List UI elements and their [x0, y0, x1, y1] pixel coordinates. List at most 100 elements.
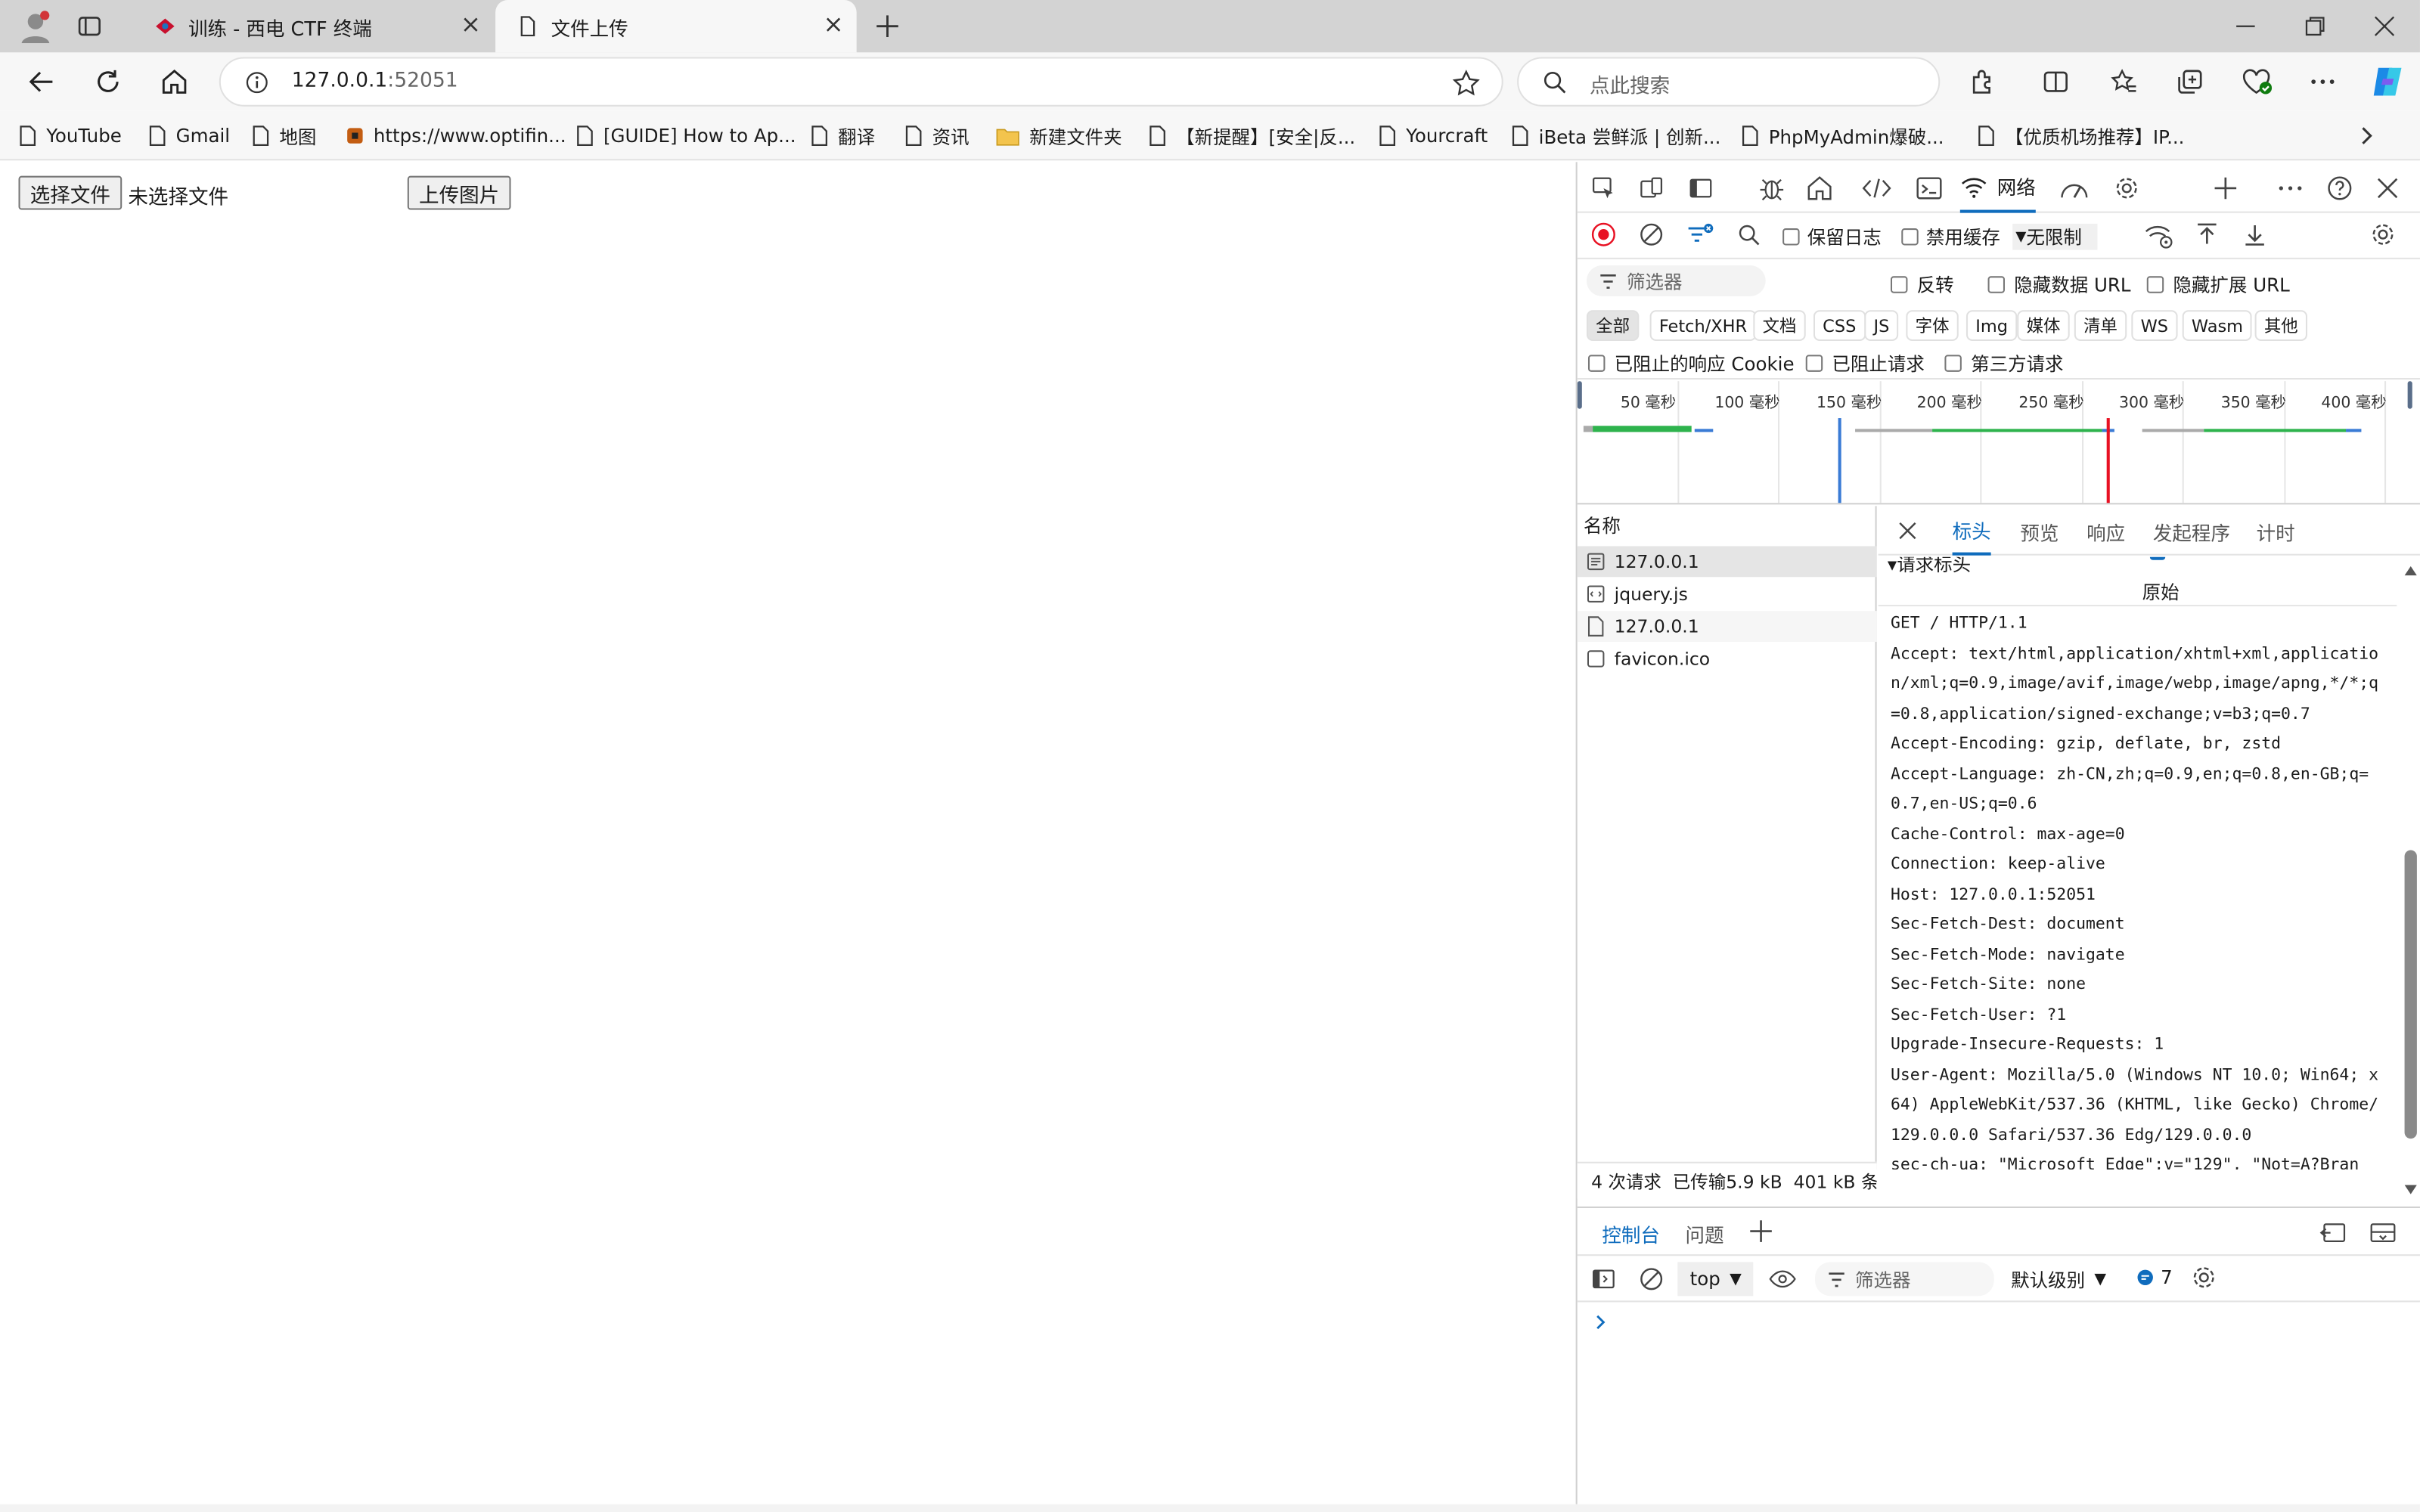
url-text[interactable]: 127.0.0.1:52051	[292, 70, 458, 93]
context-select[interactable]: top ▼	[1677, 1262, 1754, 1297]
type-filter-css[interactable]: CSS	[1813, 310, 1866, 342]
debugger-icon[interactable]	[1758, 175, 1786, 203]
favorite-item[interactable]: 资讯	[904, 111, 970, 160]
choose-file-button[interactable]: 选择文件	[18, 175, 123, 210]
split-screen-icon[interactable]	[2042, 68, 2070, 96]
type-filter-img[interactable]: Img	[1965, 310, 2018, 342]
drawer-dock-icon[interactable]	[2319, 1220, 2347, 1245]
drawer-close-icon[interactable]	[2369, 1220, 2397, 1245]
inspect-icon[interactable]	[1591, 176, 1616, 201]
extensions-icon[interactable]	[1969, 68, 1997, 96]
favorite-item[interactable]: iBeta 尝鲜派 | 创新...	[1511, 111, 1720, 160]
site-info-icon[interactable]	[245, 71, 268, 94]
checkbox[interactable]	[1782, 228, 1800, 246]
settings-gear-icon[interactable]	[2113, 175, 2141, 203]
tab-actions-icon[interactable]	[77, 14, 102, 39]
console-clear-icon[interactable]	[1639, 1266, 1664, 1291]
filter-input[interactable]: 筛选器	[1586, 265, 1766, 296]
favorite-item[interactable]: YouTube	[18, 111, 122, 160]
console-prompt[interactable]	[1593, 1302, 2411, 1345]
favorites-more-icon[interactable]	[2355, 125, 2377, 147]
range-handle-left[interactable]	[1577, 381, 1582, 409]
help-icon[interactable]	[2325, 175, 2353, 203]
search-icon[interactable]	[1738, 224, 1761, 247]
timeline-overview[interactable]: 50 毫秒 100 毫秒 150 毫秒 200 毫秒 250 毫秒 300 毫秒…	[1577, 381, 2420, 505]
type-filter-doc[interactable]: 文档	[1753, 310, 1806, 342]
favorite-item[interactable]: 地图	[252, 111, 316, 160]
blocked-cookies-checkbox[interactable]: 已阻止的响应 Cookie	[1587, 350, 1795, 376]
name-column-header[interactable]: 名称	[1584, 513, 1621, 539]
close-detail-icon[interactable]	[1898, 522, 1916, 540]
close-window-icon[interactable]	[2374, 15, 2396, 37]
performance-icon[interactable]	[2059, 175, 2090, 203]
drawer-add-tab-icon[interactable]	[1748, 1219, 1773, 1244]
request-row[interactable]: jquery.js	[1578, 578, 1877, 609]
elements-icon[interactable]	[1861, 175, 1892, 203]
throttle-select[interactable]: ▼ 无限制	[2012, 223, 2098, 250]
new-tab-icon[interactable]	[873, 12, 901, 40]
tab-response[interactable]: 响应	[2086, 506, 2125, 555]
favorite-item[interactable]: 【优质机场推荐】IP...	[1977, 111, 2184, 160]
checkbox[interactable]	[1901, 228, 1919, 246]
log-level-select[interactable]: 默认级别 ▼	[2011, 1266, 2106, 1293]
checkbox[interactable]	[1805, 355, 1823, 372]
checkbox[interactable]	[1587, 355, 1606, 372]
favorite-item[interactable]: Yourcraft	[1378, 111, 1488, 160]
type-filter-media[interactable]: 媒体	[2017, 310, 2070, 342]
import-har-icon[interactable]	[2195, 222, 2220, 247]
close-devtools-icon[interactable]	[2375, 176, 2400, 201]
favorite-item[interactable]: https://www.optifin...	[346, 111, 566, 160]
request-row[interactable]: 127.0.0.1	[1577, 546, 1877, 578]
minimize-icon[interactable]	[2235, 15, 2257, 37]
address-bar[interactable]: 127.0.0.1:52051	[219, 57, 1503, 107]
tab-file-upload[interactable]: 文件上传	[495, 0, 857, 53]
filter-toggle-icon[interactable]	[1687, 222, 1715, 247]
search-box[interactable]: 点此搜索	[1517, 57, 1941, 107]
type-filter-manifest[interactable]: 清单	[2074, 310, 2127, 342]
scroll-up-icon[interactable]	[2404, 565, 2417, 576]
checkbox[interactable]	[2146, 276, 2164, 293]
scroll-down-icon[interactable]	[2404, 1185, 2417, 1194]
tab-network[interactable]: 网络	[1959, 162, 2036, 213]
preserve-log-checkbox[interactable]: 保留日志	[1782, 224, 1882, 250]
type-filter-wasm[interactable]: Wasm	[2182, 310, 2253, 342]
more-menu-icon[interactable]	[2309, 68, 2337, 96]
welcome-home-icon[interactable]	[1806, 175, 1834, 203]
restore-icon[interactable]	[2304, 15, 2326, 37]
issues-counter[interactable]: 7	[2136, 1266, 2173, 1288]
console-sidebar-icon[interactable]	[1591, 1266, 1616, 1291]
drawer-tab-issues[interactable]: 问题	[1686, 1219, 1724, 1248]
favorite-item[interactable]: Gmail	[148, 111, 230, 160]
request-row[interactable]: 127.0.0.1	[1577, 611, 1877, 642]
console-settings-icon[interactable]	[2190, 1263, 2218, 1291]
favorite-item[interactable]: 【新提醒】[安全|反...	[1148, 111, 1355, 160]
request-row[interactable]: favicon.ico	[1578, 643, 1877, 674]
blocked-requests-checkbox[interactable]: 已阻止请求	[1805, 350, 1925, 376]
tab-close-icon[interactable]	[460, 14, 482, 36]
favorite-item[interactable]: PhpMyAdmin爆破...	[1741, 111, 1944, 160]
tab-initiator[interactable]: 发起程序	[2153, 506, 2230, 555]
console-filter-input[interactable]: 筛选器	[1814, 1262, 1994, 1297]
range-handle-right[interactable]	[2407, 381, 2412, 409]
upload-image-button[interactable]: 上传图片	[407, 175, 511, 210]
copilot-icon[interactable]	[2369, 64, 2406, 101]
tab-training[interactable]: 训练 - 西电 CTF 终端	[133, 0, 495, 52]
drawer-tab-console[interactable]: 控制台	[1602, 1219, 1660, 1248]
type-filter-fetch-xhr[interactable]: Fetch/XHR	[1649, 310, 1757, 342]
headers-scrollbar[interactable]	[2400, 557, 2420, 1194]
tab-preview[interactable]: 预览	[2020, 506, 2059, 555]
raw-toggle-checkbox[interactable]	[2149, 556, 2166, 560]
favorite-folder[interactable]: 新建文件夹	[995, 111, 1122, 160]
collections-icon[interactable]	[2176, 68, 2204, 96]
hide-extension-url-checkbox[interactable]: 隐藏扩展 URL	[2146, 271, 2290, 298]
favorite-item[interactable]: [GUIDE] How to Ap...	[576, 111, 796, 160]
network-settings-icon[interactable]	[2369, 221, 2397, 249]
checkbox[interactable]	[1890, 276, 1908, 293]
console-icon[interactable]	[1916, 175, 1944, 203]
home-icon[interactable]	[160, 68, 188, 96]
browser-essentials-icon[interactable]	[2242, 68, 2273, 96]
type-filter-all[interactable]: 全部	[1586, 310, 1640, 342]
tab-timing[interactable]: 计时	[2257, 506, 2295, 555]
favorite-item[interactable]: 翻译	[810, 111, 875, 160]
type-filter-ws[interactable]: WS	[2131, 310, 2178, 342]
